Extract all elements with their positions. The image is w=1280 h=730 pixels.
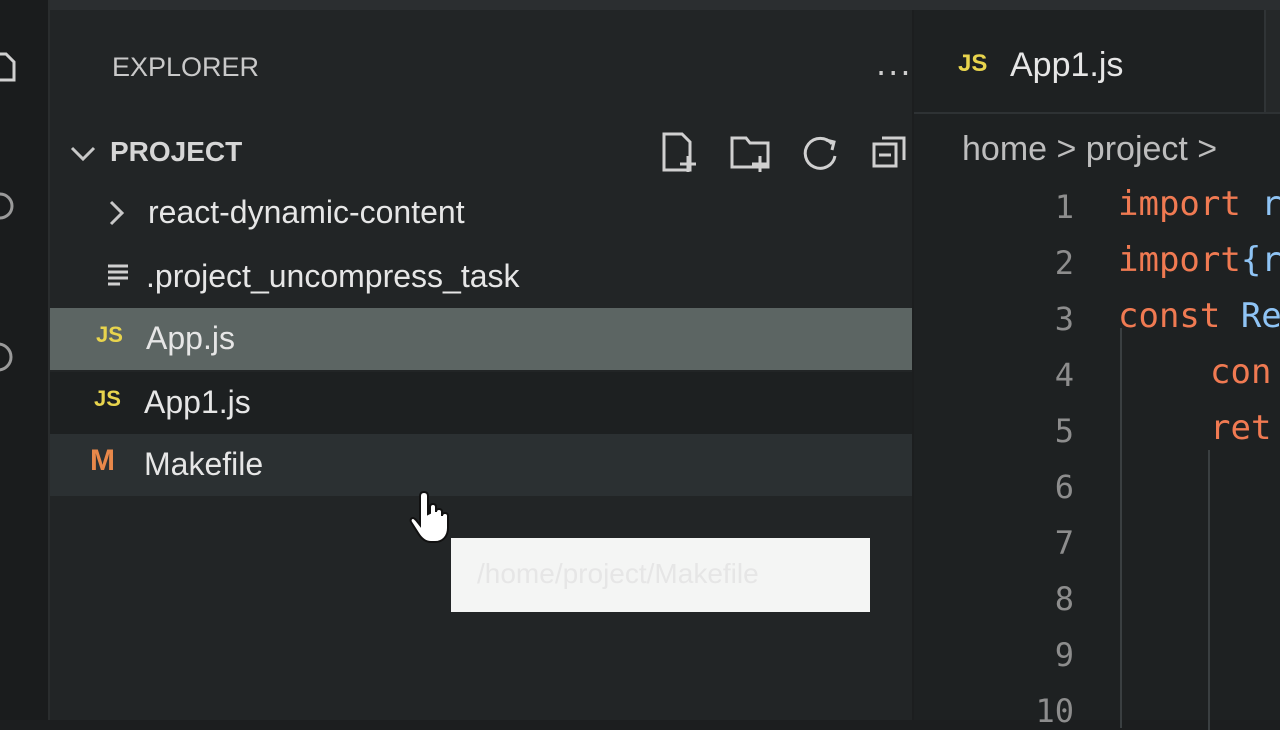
line-number: 7 [1054, 524, 1074, 562]
code-line: con [1210, 352, 1271, 408]
project-section-header[interactable]: PROJECT [68, 130, 908, 180]
activity-bar [0, 0, 50, 720]
code-keyword: import [1118, 184, 1241, 224]
chevron-right-icon [109, 200, 125, 226]
collapse-all-icon[interactable] [868, 130, 912, 174]
search-icon[interactable] [0, 192, 20, 226]
breadcrumb[interactable]: home > project > [962, 130, 1217, 169]
tree-item-label: .project_uncompress_task [146, 258, 520, 294]
indent-guide [1208, 450, 1210, 730]
chevron-down-icon [70, 146, 96, 162]
code-line: import r [1118, 184, 1280, 240]
tree-item-label: App.js [146, 320, 235, 356]
tree-item-file[interactable]: .project_uncompress_task [50, 246, 912, 308]
code-keyword: con [1210, 352, 1272, 392]
line-number: 6 [1054, 468, 1074, 506]
new-folder-icon[interactable] [728, 130, 772, 174]
line-number: 10 [1035, 692, 1074, 730]
tab-label: App1.js [1010, 46, 1124, 84]
code-keyword: const [1118, 296, 1221, 336]
section-title: PROJECT [110, 136, 243, 167]
code-line: import{r [1118, 240, 1280, 296]
tree-item-folder[interactable]: react-dynamic-content [50, 182, 912, 244]
tooltip-text: /home/project/Makefile [477, 558, 759, 589]
tree-item-label: Makefile [144, 446, 264, 482]
makefile-icon: M [90, 444, 115, 477]
new-file-icon[interactable] [658, 130, 702, 174]
source-control-icon[interactable] [0, 340, 20, 374]
line-number: 5 [1054, 412, 1074, 450]
indent-guide [1120, 328, 1122, 728]
path-tooltip: /home/project/Makefile [451, 538, 870, 612]
text-file-icon [108, 264, 128, 286]
js-file-icon: JS [958, 50, 988, 77]
code-keyword: import [1118, 240, 1241, 280]
line-number: 3 [1054, 300, 1074, 338]
code-text: r [1240, 184, 1280, 224]
line-number: 4 [1054, 356, 1074, 394]
tree-item-label: App1.js [144, 384, 251, 420]
editor-tab-bar: JS App1.js [914, 10, 1280, 114]
editor-area: JS App1.js home > project > 1 2 3 4 5 6 … [914, 10, 1280, 730]
explorer-title: EXPLORER [112, 52, 260, 82]
refresh-icon[interactable] [798, 130, 842, 174]
line-number: 9 [1054, 636, 1074, 674]
tree-item-label: react-dynamic-content [148, 194, 465, 230]
more-actions-button[interactable]: ··· [876, 54, 913, 92]
code-text: {r [1240, 240, 1280, 280]
code-line: const Re [1118, 296, 1280, 352]
tree-item-file[interactable]: JS App1.js [50, 372, 912, 434]
hand-cursor-icon [409, 490, 449, 543]
files-icon[interactable] [0, 50, 20, 84]
title-bar-edge [0, 0, 1280, 10]
code-line: ret [1210, 408, 1271, 464]
code-keyword: ret [1210, 408, 1272, 448]
code-text: Re [1220, 296, 1280, 336]
js-file-icon: JS [94, 386, 121, 411]
line-number: 8 [1054, 580, 1074, 618]
line-number: 1 [1054, 188, 1074, 226]
explorer-sidebar: EXPLORER ··· PROJECT react-dynamic-conte… [50, 10, 912, 720]
tree-item-file-hovered[interactable]: M Makefile [50, 434, 912, 496]
tab-app1-js[interactable]: JS App1.js [914, 10, 1266, 112]
tree-item-file-selected[interactable]: JS App.js [50, 308, 912, 370]
js-file-icon: JS [96, 322, 123, 347]
line-number: 2 [1054, 244, 1074, 282]
